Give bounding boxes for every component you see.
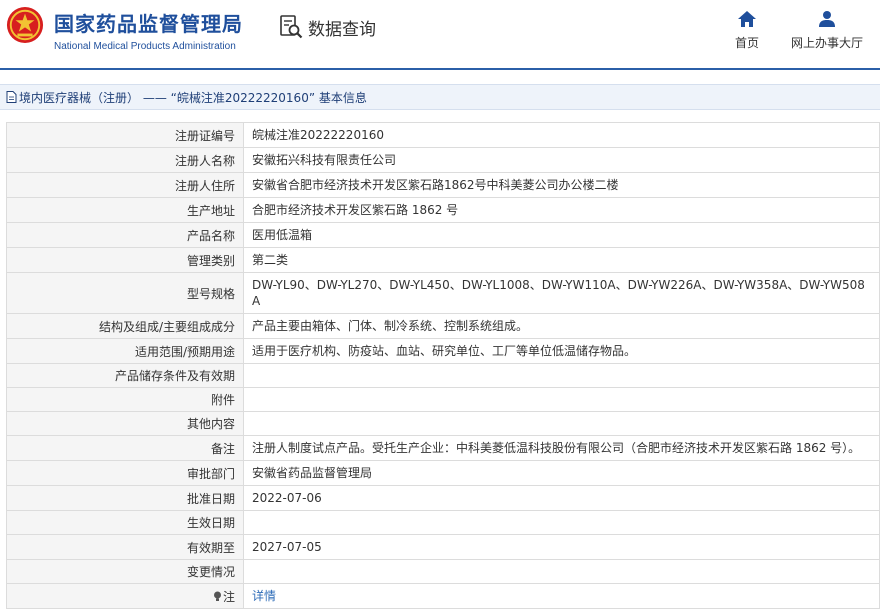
table-row: 其他内容 <box>6 411 880 436</box>
table-row: 附件 <box>6 387 880 412</box>
nav-hall-label: 网上办事大厅 <box>790 36 863 50</box>
field-value: 安徽省药品监督管理局 <box>243 460 880 486</box>
field-value <box>243 387 880 412</box>
field-label: 批准日期 <box>6 485 244 511</box>
field-label: 产品储存条件及有效期 <box>6 363 244 388</box>
document-icon <box>6 91 17 103</box>
breadcrumb-text: 境内医疗器械（注册） —— “皖械注准20222220160” 基本信息 <box>19 90 367 105</box>
field-label: 备注 <box>6 435 244 461</box>
field-label: 注册人住所 <box>6 172 244 198</box>
lightbulb-icon <box>213 591 221 601</box>
user-icon <box>819 11 835 27</box>
note-label: 注 <box>222 589 235 604</box>
national-emblem-icon <box>6 6 44 44</box>
field-value: 2022-07-06 <box>243 485 880 511</box>
table-row-note: 注 详情 <box>6 583 880 609</box>
table-row: 结构及组成/主要组成成分 产品主要由箱体、门体、制冷系统、控制系统组成。 <box>6 313 880 339</box>
field-value: 2027-07-05 <box>243 534 880 560</box>
field-label: 管理类别 <box>6 247 244 273</box>
note-label-cell: 注 <box>6 583 244 609</box>
site-brand[interactable]: 国家药品监督管理局 National Medical Products Admi… <box>54 8 243 52</box>
field-value: 注册人制度试点产品。受托生产企业：中科美菱低温科技股份有限公司（合肥市经济技术开… <box>243 435 880 461</box>
field-label: 适用范围/预期用途 <box>6 338 244 364</box>
field-label: 型号规格 <box>6 272 244 314</box>
table-row: 变更情况 <box>6 559 880 584</box>
field-value: 安徽省合肥市经济技术开发区紫石路1862号中科美菱公司办公楼二楼 <box>243 172 880 198</box>
table-row: 管理类别 第二类 <box>6 247 880 273</box>
field-label: 有效期至 <box>6 534 244 560</box>
field-value: 皖械注准20222220160 <box>243 122 880 148</box>
field-value: 合肥市经济技术开发区紫石路 1862 号 <box>243 197 880 223</box>
field-value <box>243 559 880 584</box>
field-value <box>243 363 880 388</box>
home-icon <box>738 11 756 27</box>
table-row: 审批部门 安徽省药品监督管理局 <box>6 460 880 486</box>
field-label: 审批部门 <box>6 460 244 486</box>
table-row: 适用范围/预期用途 适用于医疗机构、防疫站、血站、研究单位、工厂等单位低温储存物品… <box>6 338 880 364</box>
field-value: DW-YL90、DW-YL270、DW-YL450、DW-YL1008、DW-Y… <box>243 272 880 314</box>
table-row: 生效日期 <box>6 510 880 535</box>
brand-name-en: National Medical Products Administration <box>54 41 236 52</box>
note-value-cell: 详情 <box>243 583 880 609</box>
field-value: 医用低温箱 <box>243 222 880 248</box>
table-row: 产品储存条件及有效期 <box>6 363 880 388</box>
document-search-icon <box>280 15 303 39</box>
field-value: 产品主要由箱体、门体、制冷系统、控制系统组成。 <box>243 313 880 339</box>
field-value: 安徽拓兴科技有限责任公司 <box>243 147 880 173</box>
field-label: 注册人名称 <box>6 147 244 173</box>
table-row: 注册人住所 安徽省合肥市经济技术开发区紫石路1862号中科美菱公司办公楼二楼 <box>6 172 880 198</box>
field-value: 第二类 <box>243 247 880 273</box>
field-label: 生效日期 <box>6 510 244 535</box>
nav-home[interactable]: 首页 <box>727 10 767 51</box>
field-value <box>243 510 880 535</box>
breadcrumb: 境内医疗器械（注册） —— “皖械注准20222220160” 基本信息 <box>0 84 880 110</box>
field-label: 变更情况 <box>6 559 244 584</box>
table-row: 有效期至 2027-07-05 <box>6 534 880 560</box>
field-label: 其他内容 <box>6 411 244 436</box>
nav-home-label: 首页 <box>734 36 759 50</box>
field-label: 结构及组成/主要组成成分 <box>6 313 244 339</box>
field-label: 注册证编号 <box>6 122 244 148</box>
field-value <box>243 411 880 436</box>
field-label: 生产地址 <box>6 197 244 223</box>
table-row: 生产地址 合肥市经济技术开发区紫石路 1862 号 <box>6 197 880 223</box>
field-label: 产品名称 <box>6 222 244 248</box>
table-row: 产品名称 医用低温箱 <box>6 222 880 248</box>
field-label: 附件 <box>6 387 244 412</box>
table-row: 型号规格 DW-YL90、DW-YL270、DW-YL450、DW-YL1008、… <box>6 272 880 314</box>
site-header: 国家药品监督管理局 National Medical Products Admi… <box>0 0 880 70</box>
field-value: 适用于医疗机构、防疫站、血站、研究单位、工厂等单位低温储存物品。 <box>243 338 880 364</box>
registration-detail-table: 注册证编号 皖械注准20222220160 注册人名称 安徽拓兴科技有限责任公司 注… <box>6 122 880 609</box>
nav-online-service-hall[interactable]: 网上办事大厅 <box>784 10 870 51</box>
brand-name-cn: 国家药品监督管理局 <box>54 12 243 36</box>
table-row: 注册证编号 皖械注准20222220160 <box>6 122 880 148</box>
table-row: 备注 注册人制度试点产品。受托生产企业：中科美菱低温科技股份有限公司（合肥市经济技… <box>6 435 880 461</box>
table-row: 批准日期 2022-07-06 <box>6 485 880 511</box>
table-row: 注册人名称 安徽拓兴科技有限责任公司 <box>6 147 880 173</box>
data-query-title: 数据查询 <box>278 14 376 40</box>
data-query-label: 数据查询 <box>308 19 376 40</box>
